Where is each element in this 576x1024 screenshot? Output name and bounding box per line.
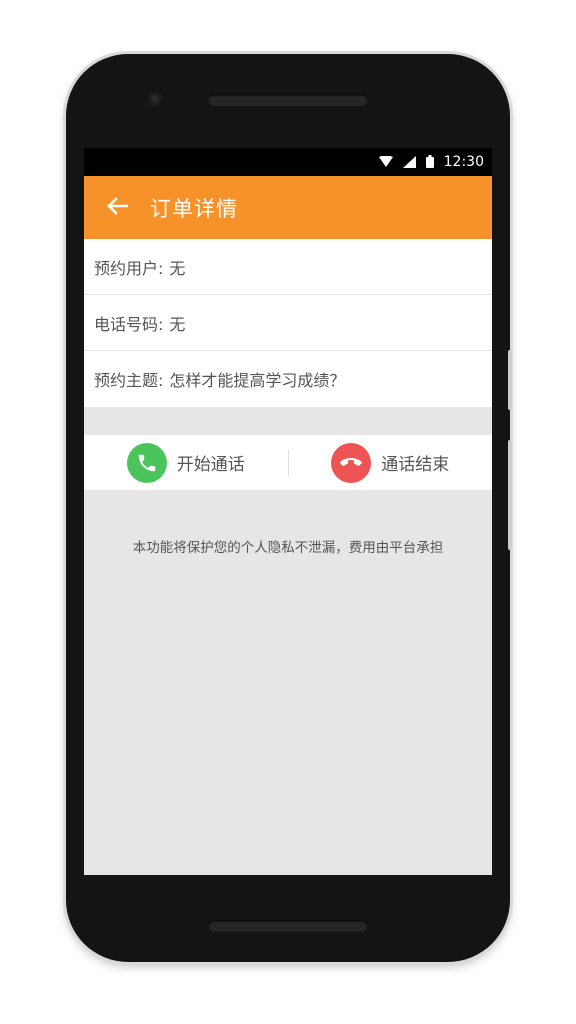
battery-icon <box>425 153 434 172</box>
start-call-button[interactable]: 开始通话 <box>84 435 288 490</box>
info-value: 无 <box>169 314 186 334</box>
order-user-row: 预约用户: 无 <box>84 239 492 295</box>
end-call-label: 通话结束 <box>381 455 450 475</box>
bottom-speaker <box>208 920 368 932</box>
toolbar: 订单详情 <box>84 176 492 239</box>
status-time: 12:30 <box>443 154 484 170</box>
start-call-label: 开始通话 <box>176 455 245 475</box>
call-action-bar: 开始通话 通话结束 <box>84 435 492 490</box>
phone-icon <box>126 442 167 483</box>
back-button[interactable] <box>92 176 142 239</box>
wifi-icon <box>378 153 393 172</box>
privacy-notice: 本功能将保护您的个人隐私不泄漏，费用由平台承担 <box>132 540 444 556</box>
hangup-icon <box>331 442 372 483</box>
info-label: 预约主题: <box>94 371 164 390</box>
volume-button <box>508 440 512 550</box>
side-button <box>508 350 512 410</box>
info-label: 预约用户: <box>94 258 164 278</box>
top-speaker <box>208 94 368 106</box>
order-info-list: 预约用户: 无 电话号码: 无 预约主题: 怎样才能提高学习成绩？ <box>84 239 492 407</box>
info-label: 电话号码: <box>94 314 164 334</box>
order-topic-row: 预约主题: 怎样才能提高学习成绩？ <box>84 351 492 407</box>
page-title: 订单详情 <box>150 196 238 221</box>
arrow-left-icon <box>106 196 129 219</box>
status-bar: 12:30 <box>84 148 492 176</box>
info-value: 怎样才能提高学习成绩？ <box>169 371 346 390</box>
order-phone-row: 电话号码: 无 <box>84 295 492 351</box>
front-camera <box>148 92 162 106</box>
app-screen: 12:30 订单详情 预约用户: 无 电话号码: 无 预约主题: 怎样才能提高学… <box>84 148 492 875</box>
end-call-button[interactable]: 通话结束 <box>289 435 493 490</box>
info-value: 无 <box>169 258 186 278</box>
signal-icon <box>402 153 416 172</box>
